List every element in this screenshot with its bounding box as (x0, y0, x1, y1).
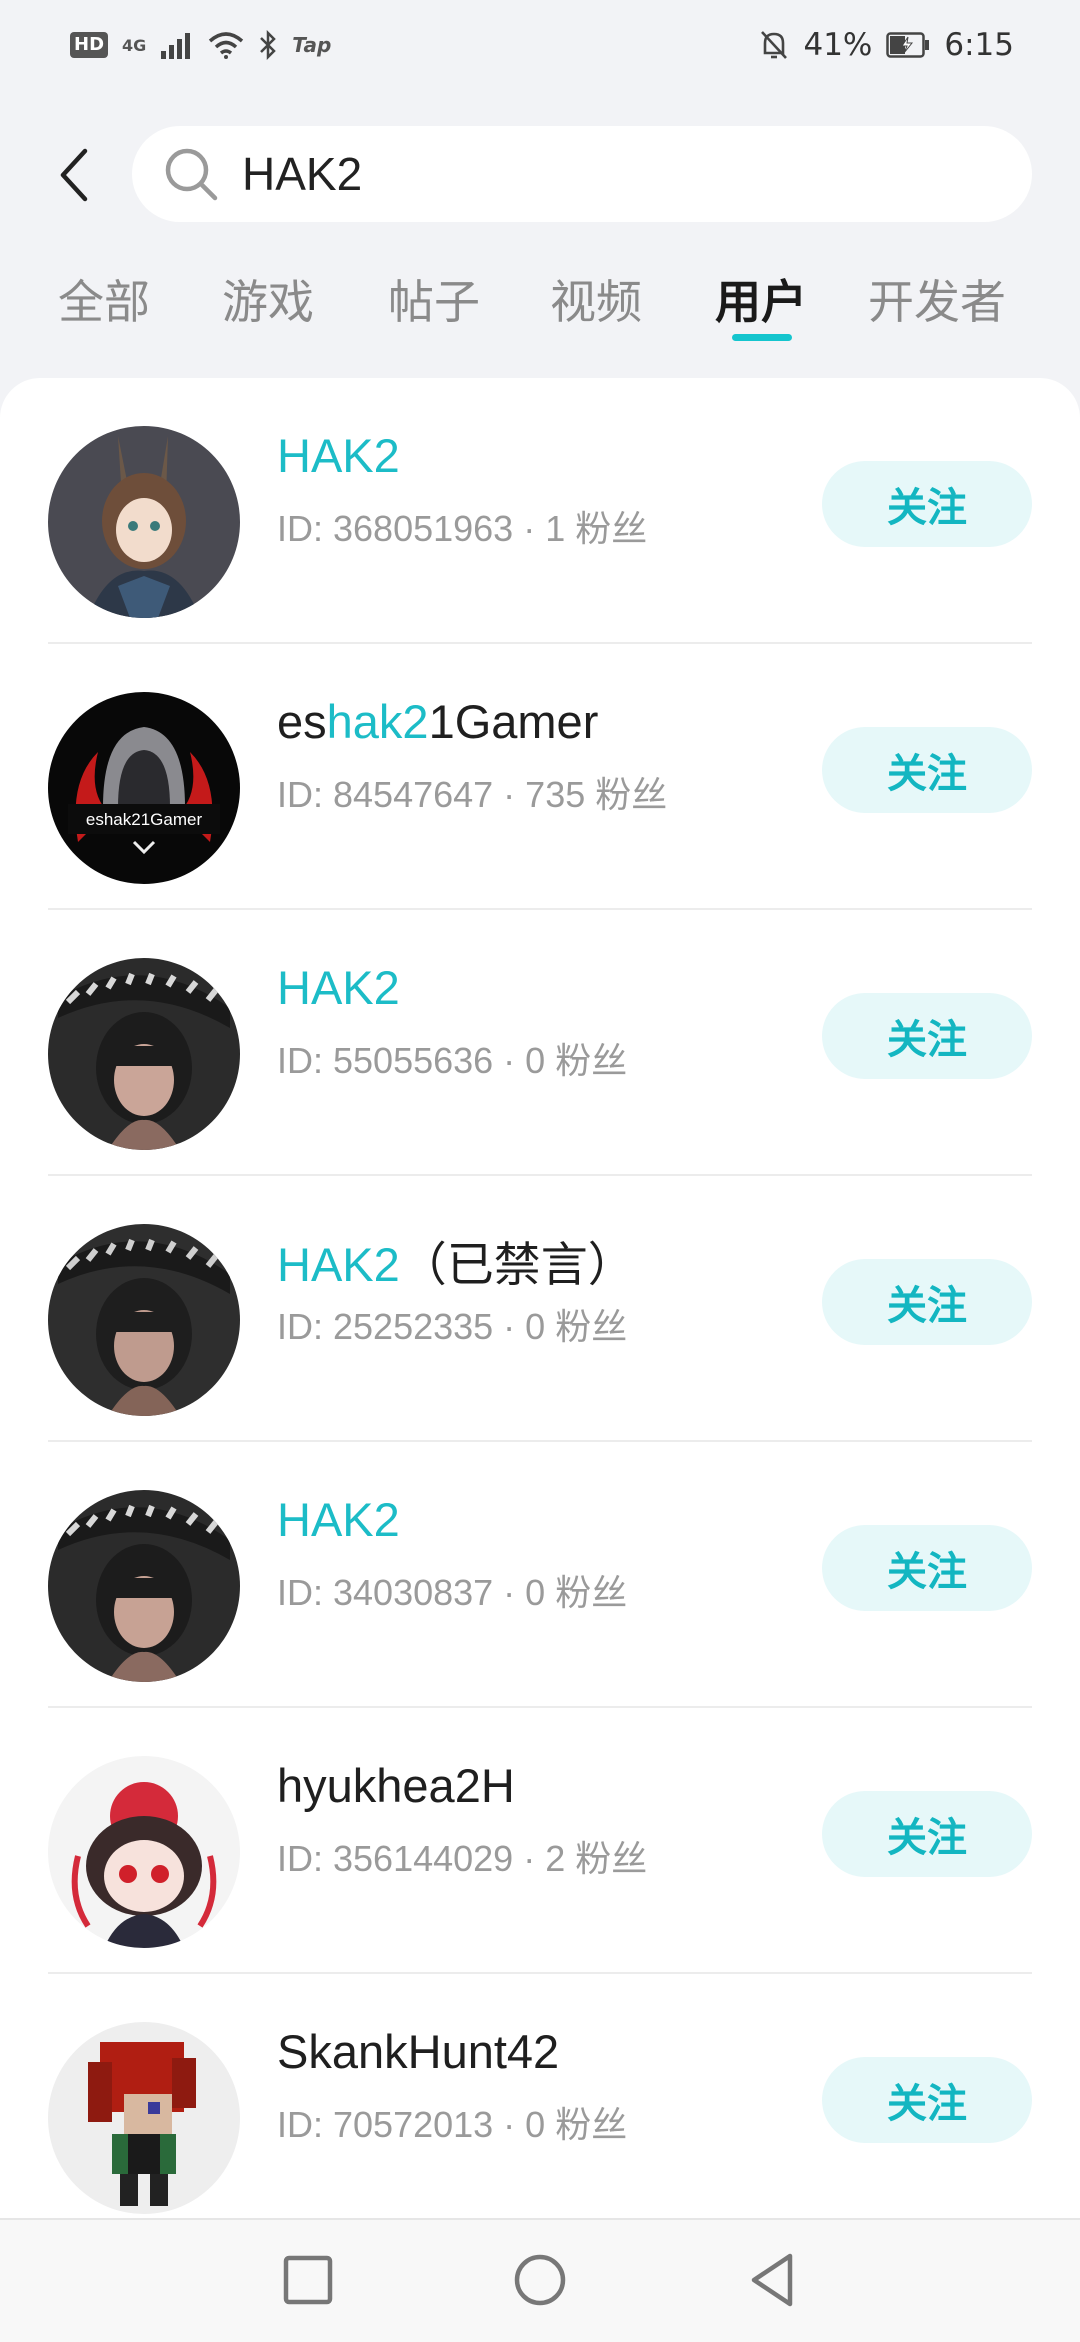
avatar[interactable] (48, 1490, 240, 1682)
status-right: 41% 6:15 (759, 27, 1014, 63)
user-meta: ID: 34030837 · 0 粉丝 (277, 1572, 628, 1613)
follow-button[interactable]: 关注 (822, 1259, 1032, 1345)
user-name[interactable]: HAK2 (277, 428, 400, 483)
user-meta: ID: 25252335 · 0 粉丝 (277, 1306, 628, 1347)
user-meta: ID: 368051963 · 1 粉丝 (277, 508, 648, 549)
user-meta: ID: 55055636 · 0 粉丝 (277, 1040, 628, 1081)
user-meta: ID: 70572013 · 0 粉丝 (277, 2104, 628, 2145)
avatar[interactable] (48, 958, 240, 1150)
follow-button[interactable]: 关注 (822, 727, 1032, 813)
user-row[interactable]: eshak21Gamer eshak21Gamer ID: 84547647 ·… (0, 644, 1080, 910)
avatar-image (48, 1756, 240, 1948)
avatar-image (48, 1224, 240, 1416)
battery-percent: 41% (803, 27, 873, 63)
user-row[interactable]: hyukhea2H ID: 356144029 · 2 粉丝 关注 (0, 1708, 1080, 1974)
avatar[interactable] (48, 2022, 240, 2214)
follow-button[interactable]: 关注 (822, 993, 1032, 1079)
user-name[interactable]: hyukhea2H (277, 1758, 515, 1813)
user-row[interactable]: HAK2 ID: 368051963 · 1 粉丝 关注 (0, 378, 1080, 644)
system-nav-bar (0, 2218, 1080, 2342)
hd-badge: HD (70, 32, 109, 58)
tab-games[interactable]: 游戏 (222, 260, 314, 344)
signal-icon (161, 33, 191, 59)
wifi-icon (209, 32, 244, 59)
tab-users[interactable]: 用户 (715, 260, 807, 344)
follow-button[interactable]: 关注 (822, 1525, 1032, 1611)
user-row[interactable]: HAK2（已禁言） ID: 25252335 · 0 粉丝 关注 (0, 1176, 1080, 1442)
user-name[interactable]: SkankHunt42 (277, 2024, 559, 2079)
back-arrow-icon (60, 148, 88, 202)
user-name[interactable]: eshak21Gamer (277, 694, 598, 749)
avatar-caption: eshak21Gamer (86, 810, 203, 829)
avatar-image: eshak21Gamer (48, 692, 240, 884)
active-tab-indicator (732, 334, 792, 341)
category-tabs: 全部 游戏 帖子 视频 用户 开发者 (0, 260, 1080, 350)
tab-videos[interactable]: 视频 (550, 260, 642, 344)
bluetooth-icon (260, 30, 277, 60)
follow-button[interactable]: 关注 (822, 1791, 1032, 1877)
avatar[interactable] (48, 1756, 240, 1948)
avatar-image (48, 426, 240, 618)
recents-square-icon[interactable] (278, 2250, 338, 2310)
clock: 6:15 (944, 27, 1014, 63)
follow-button[interactable]: 关注 (822, 461, 1032, 547)
user-row[interactable]: SkankHunt42 ID: 70572013 · 0 粉丝 关注 (0, 1974, 1080, 2240)
user-meta: ID: 84547647 · 735 粉丝 (277, 774, 668, 815)
user-results-list: HAK2 ID: 368051963 · 1 粉丝 关注 eshak21Game… (0, 378, 1080, 2218)
network-type: 4G (122, 35, 147, 55)
home-circle-icon[interactable] (510, 2250, 570, 2310)
battery-charging-icon (886, 32, 930, 58)
tap-app-badge: Tap (292, 33, 332, 57)
search-icon (165, 148, 218, 201)
mute-notification-icon (761, 31, 788, 59)
avatar-image (48, 2022, 240, 2214)
user-name[interactable]: HAK2（已禁言） (277, 1226, 635, 1295)
avatar-image (48, 1490, 240, 1682)
tab-posts[interactable]: 帖子 (388, 260, 480, 344)
search-box[interactable] (132, 126, 1032, 222)
user-name[interactable]: HAK2 (277, 960, 400, 1015)
back-button[interactable] (40, 140, 110, 210)
avatar-image (48, 958, 240, 1150)
search-header (0, 120, 1080, 230)
tab-developers[interactable]: 开发者 (868, 260, 1006, 344)
user-name[interactable]: HAK2 (277, 1492, 400, 1547)
search-input[interactable] (242, 147, 1002, 201)
user-row[interactable]: HAK2 ID: 34030837 · 0 粉丝 关注 (0, 1442, 1080, 1708)
avatar[interactable] (48, 426, 240, 618)
follow-button[interactable]: 关注 (822, 2057, 1032, 2143)
back-triangle-icon[interactable] (742, 2250, 802, 2310)
avatar[interactable] (48, 1224, 240, 1416)
user-meta: ID: 356144029 · 2 粉丝 (277, 1838, 648, 1879)
status-bar: HD 4G Tap 41% 6:15 (0, 0, 1080, 90)
avatar[interactable]: eshak21Gamer (48, 692, 240, 884)
tab-all[interactable]: 全部 (58, 260, 150, 344)
status-left: HD 4G Tap (70, 30, 331, 60)
user-row[interactable]: HAK2 ID: 55055636 · 0 粉丝 关注 (0, 910, 1080, 1176)
